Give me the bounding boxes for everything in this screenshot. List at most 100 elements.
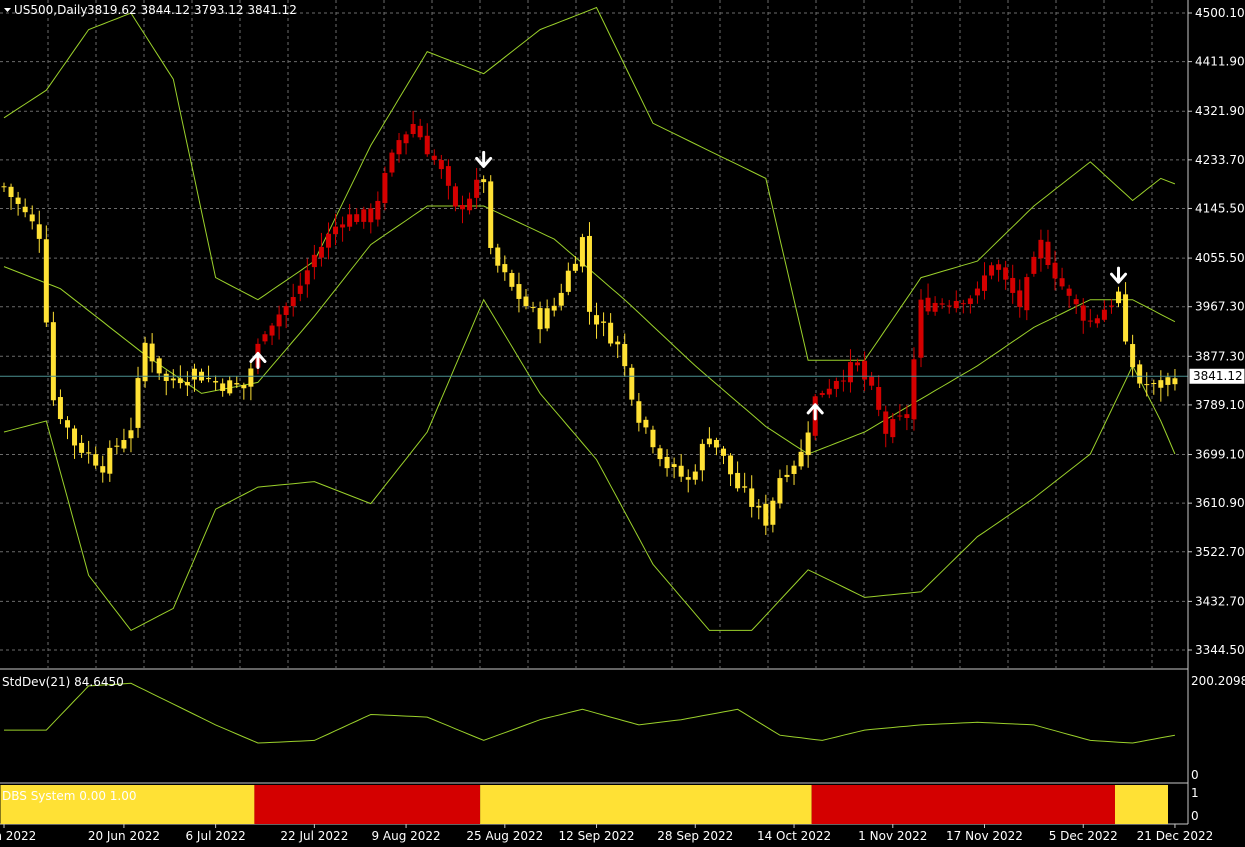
candle-body [417,125,423,138]
candle-body [911,359,917,420]
symbol-label: US500,Daily [14,3,87,17]
candle-body [64,420,70,428]
candle-body [699,443,705,471]
candle-body [297,285,303,294]
candle-body [184,381,190,386]
candle-body [523,296,529,307]
candle-body [579,237,585,267]
candle-body [756,505,762,508]
dbs-zero-label: 0 [1191,809,1199,823]
candle-body [347,214,353,227]
candle-body [1116,291,1122,304]
candle-body [333,226,339,235]
candle-body [311,254,317,268]
candle-body [410,124,416,135]
candle-body [438,159,444,170]
stddev-panel [4,682,1175,744]
candle-body [304,270,310,285]
candle-body [1,186,7,188]
signal-arrows [249,150,1128,421]
date-tick-label: 5 Dec 2022 [1049,829,1118,843]
candle-body [622,343,628,367]
candle-body [481,179,487,183]
panel-separators [0,0,1189,825]
candle-body [537,308,543,330]
date-tick-label: 2 Jun 2022 [0,829,36,843]
collapse-triangle-icon[interactable] [4,8,11,12]
candle-body [114,445,120,447]
candle-body [981,275,987,291]
stddev-label: StdDev(21) 84.6450 [2,675,124,689]
candle-body [389,152,395,173]
candle-body [918,299,924,358]
candlestick-series [1,110,1178,536]
date-tick-label: 22 Jul 2022 [280,829,348,843]
price-tick-label: 3699.10 [1195,448,1245,462]
arrow-up-icon [806,403,824,421]
candle-body [1151,382,1157,384]
candle-body [269,325,275,336]
candle-body [720,448,726,456]
candle-body [431,155,437,160]
candle-body [156,358,162,374]
time-axis: 2 Jun 2022 20 Jun 2022 6 Jul 2022 22 Jul 20… [0,824,1213,843]
candle-body [8,186,14,198]
candle-body [135,378,141,428]
arrow-up-icon [249,351,267,369]
candle-body [770,500,776,525]
candle-body [382,172,388,204]
dbs-one-label: 1 [1191,786,1199,800]
price-axis: 4500.10 4411.90 4321.90 4233.70 4145.50 4055.… [1188,6,1245,823]
candle-body [1087,320,1093,322]
candle-body [840,380,846,382]
candle-body [1052,262,1058,279]
trading-chart[interactable]: 4500.10 4411.90 4321.90 4233.70 4145.50 4055.… [0,0,1245,847]
candle-body [170,378,176,381]
candle-body [742,486,748,488]
candle-body [876,387,882,410]
candle-body [897,415,903,417]
candle-body [883,411,889,434]
price-tick-label: 3967.30 [1195,300,1245,314]
candle-body [57,397,63,420]
candle-body [939,303,945,305]
candle-body [163,373,169,381]
candle-body [72,428,78,446]
candle-body [692,471,698,480]
candle-body [1137,364,1143,384]
candle-body [685,477,691,480]
candle-body [974,288,980,296]
candle-body [890,419,896,438]
candle-body [206,378,212,380]
candle-body [798,451,804,467]
candle-body [375,200,381,220]
candle-body [107,447,113,474]
candle-body [318,246,324,258]
candle-body [100,466,106,473]
arrow-down-icon [1110,266,1128,284]
candle-body [946,305,952,307]
candle-body [735,472,741,489]
candle-body [241,385,247,389]
candle-body [276,314,282,327]
candle-body [191,368,197,380]
candle-body [1130,344,1136,368]
candle-body [361,209,367,222]
price-tick-label: 4145.50 [1195,201,1245,215]
candle-body [22,206,28,213]
candle-body [220,383,226,391]
candle-body [43,239,49,323]
date-tick-label: 17 Nov 2022 [946,829,1023,843]
candle-body [234,383,240,385]
candle-body [290,297,296,307]
candle-body [1031,256,1037,274]
candle-body [460,205,466,210]
candle-body [777,478,783,504]
candle-body [657,448,663,460]
candle-body [706,438,712,445]
candle-body [1165,377,1171,385]
date-tick-label: 25 Aug 2022 [466,829,543,843]
candle-body [932,302,938,312]
candle-body [636,401,642,423]
price-tick-label: 3344.50 [1195,643,1245,657]
